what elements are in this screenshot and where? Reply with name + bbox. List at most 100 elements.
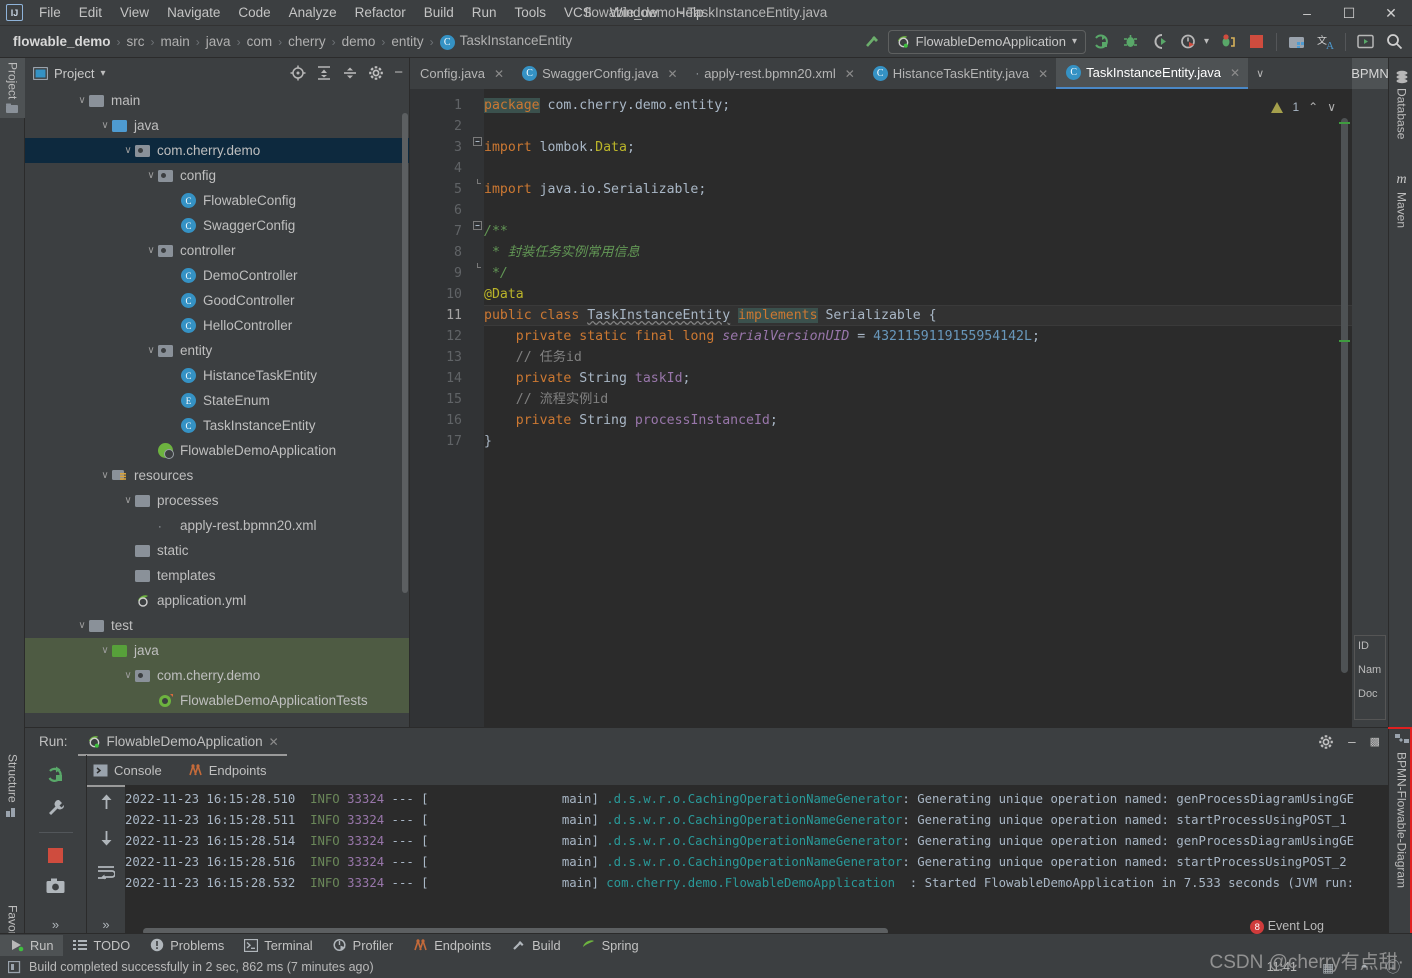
event-log-button[interactable]: 8 Event Log [1250,919,1324,934]
tree-node-histancetaskentity[interactable]: C HistanceTaskEntity [25,363,409,388]
editor-tab-bar[interactable]: Config.java ✕ C SwaggerConfig.java ✕ · apply-r… [410,58,1352,89]
fold-end-icon[interactable] [470,257,484,278]
fold-collapse-icon[interactable] [470,131,484,152]
menu-item-help[interactable]: Help [667,2,713,23]
search-everywhere-icon[interactable] [1381,29,1408,55]
menu-item-window[interactable]: Window [601,2,667,23]
bottom-tool-terminal[interactable]: Terminal [234,935,322,956]
tree-node-processes[interactable]: ∨ processes [25,488,409,513]
code-line[interactable]: private String processInstanceId; [484,410,1352,431]
bottom-tool-profiler[interactable]: Profiler [323,935,404,956]
tree-node-swaggerconfig[interactable]: C SwaggerConfig [25,213,409,238]
camera-icon[interactable] [46,878,65,894]
editor-scrollbar[interactable] [1341,118,1348,673]
breadcrumb-item-main[interactable]: main [158,32,193,51]
code-line[interactable] [484,158,1352,179]
profiler-dropdown-arrow[interactable]: ▾ [1204,36,1209,47]
menu-item-code[interactable]: Code [229,2,279,23]
next-problem-icon[interactable]: ∨ [1327,100,1336,114]
breadcrumb-file[interactable]: C TaskInstanceEntity [437,31,576,52]
code-line[interactable]: // 流程实例id [484,389,1352,410]
close-icon[interactable]: ✕ [269,735,279,749]
inspection-widget[interactable]: 1 ⌃ ∨ [1260,89,1352,125]
translate-icon[interactable]: 文A [1312,29,1339,55]
tree-node-controller[interactable]: ∨ controller [25,238,409,263]
run-window-subtabs[interactable]: Console Endpoints [87,755,273,787]
profiler-icon[interactable] [1175,29,1202,55]
tree-node-test[interactable]: ∨ test [25,613,409,638]
code-line[interactable]: // 任务id [484,347,1352,368]
code-line[interactable]: import java.io.Serializable; [484,179,1352,200]
hide-icon[interactable]: ▩ [1370,735,1380,748]
code-line[interactable]: * 封装任务实例常用信息 [484,242,1352,263]
editor-tab-apply-rest-bpmn20-xml[interactable]: · apply-rest.bpmn20.xml ✕ [686,58,863,89]
run-config-tab[interactable]: FlowableDemoApplication ✕ [77,731,287,756]
tab-bpmn-diagram[interactable]: BPMN [1352,58,1388,89]
close-icon[interactable]: ✕ [667,67,677,81]
menu-item-run[interactable]: Run [463,2,506,23]
editor-tabs-overflow-icon[interactable]: ∨ [1248,58,1272,89]
tree-node-config[interactable]: ∨ config [25,163,409,188]
tree-node-static[interactable]: static [25,538,409,563]
minimize-button[interactable]: – [1286,0,1328,26]
code-line[interactable]: } [484,431,1352,452]
bottom-tool-todo[interactable]: TODO [63,935,140,956]
project-structure-icon[interactable] [1283,29,1310,55]
locate-icon[interactable] [290,65,306,81]
menu-item-analyze[interactable]: Analyze [280,2,346,23]
editor-tab-swaggerconfig-java[interactable]: C SwaggerConfig.java ✕ [512,58,685,89]
tree-node-taskinstanceentity[interactable]: C TaskInstanceEntity [25,413,409,438]
run-icon[interactable] [1088,29,1115,55]
wrench-icon[interactable] [47,799,65,817]
breadcrumb-item-src[interactable]: src [124,32,148,51]
editor-tab-config-java[interactable]: Config.java ✕ [410,58,512,89]
chevron-down-icon[interactable]: ∨ [121,145,135,156]
bottom-tool-endpoints[interactable]: Endpoints [403,935,501,956]
bottom-tool-run[interactable]: Run [0,934,64,956]
chevron-down-icon[interactable]: ∨ [98,645,112,656]
bottom-tool-bar[interactable]: Run TODO Problems Terminal Profiler Endpoints… [0,919,1412,956]
prev-problem-icon[interactable]: ⌃ [1308,100,1318,114]
bpmn-properties-panel[interactable]: ID Nam Doc [1354,635,1386,720]
close-icon[interactable]: ✕ [1230,66,1240,80]
tree-node-java[interactable]: ∨ java [25,638,409,663]
tree-node-resources[interactable]: ∨ resources [25,463,409,488]
close-icon[interactable]: ✕ [1038,67,1048,81]
chevron-down-icon[interactable]: ▾ [100,68,105,79]
debug-icon[interactable] [1117,29,1144,55]
collapse-all-icon[interactable] [342,65,358,81]
stop-icon[interactable] [48,848,63,863]
menu-item-navigate[interactable]: Navigate [158,2,229,23]
breadcrumb-project[interactable]: flowable_demo [10,32,114,51]
chevron-down-icon[interactable]: ∨ [121,495,135,506]
chevron-down-icon[interactable]: ∨ [144,345,158,356]
tree-node-democontroller[interactable]: C DemoController [25,263,409,288]
debug-attach-icon[interactable] [1214,29,1241,55]
more-icon[interactable]: » [102,917,109,932]
build-hammer-icon[interactable] [859,29,886,55]
menu-item-build[interactable]: Build [415,2,463,23]
sidebar-item-maven[interactable]: m Maven [1389,168,1412,232]
sidebar-item-project[interactable]: Project [0,58,25,119]
run-coverage-icon[interactable] [1146,29,1173,55]
chevron-down-icon[interactable]: ∨ [75,620,89,631]
fold-collapse-icon[interactable] [470,215,484,236]
memory-indicator-icon[interactable]: ▦ [1322,960,1334,975]
gear-icon[interactable] [1318,734,1334,750]
close-icon[interactable]: ✕ [845,67,855,81]
fold-gutter[interactable] [470,89,484,733]
tree-node-com-cherry-demo[interactable]: ∨ com.cherry.demo [25,138,409,163]
breadcrumb-item-com[interactable]: com [244,32,276,51]
close-button[interactable]: ✕ [1370,0,1412,26]
maximize-button[interactable]: ☐ [1328,0,1370,26]
rerun-icon[interactable] [46,765,65,784]
project-tree[interactable]: ∨ main ∨ java ∨ com.cherry.demo ∨ config C Flowab… [25,88,409,733]
tree-node-application-yml[interactable]: application.yml [25,588,409,613]
tree-node-entity[interactable]: ∨ entity [25,338,409,363]
fold-end-icon[interactable] [470,173,484,194]
chevron-down-icon[interactable]: ∨ [75,95,89,106]
tree-node-goodcontroller[interactable]: C GoodController [25,288,409,313]
tree-node-main[interactable]: ∨ main [25,88,409,113]
gear-icon[interactable] [368,65,384,81]
code-line[interactable] [484,200,1352,221]
